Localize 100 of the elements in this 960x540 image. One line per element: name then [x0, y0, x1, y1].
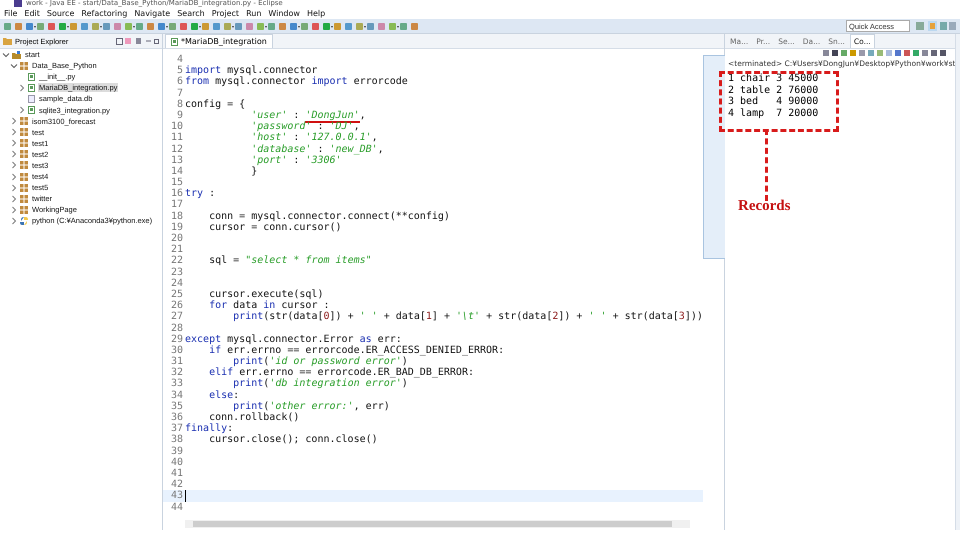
line-number: 23	[170, 266, 184, 278]
menu-item[interactable]: Source	[46, 8, 74, 18]
line-number: 34	[170, 390, 184, 401]
code-line: import mysql.connector	[185, 65, 318, 76]
code-line: if err.errno == errorcode.ER_ACCESS_DENIED_ERROR:	[209, 344, 504, 356]
package-icon	[20, 62, 28, 70]
code-line: for data in cursor :	[208, 300, 330, 312]
output-line: 1 chair 3 45000	[728, 73, 820, 84]
line-number: 17	[170, 199, 184, 211]
chevron-icon[interactable]	[10, 216, 18, 225]
code-line: cursor.execute(sql)	[208, 288, 324, 300]
line-number: 39	[170, 446, 184, 457]
code-line: print('id or password error')	[232, 356, 408, 368]
line-number: 33	[170, 378, 184, 390]
code-line: conn.rollback()	[208, 412, 300, 423]
menu-item[interactable]: Navigate	[134, 8, 170, 18]
line-number: 21	[170, 244, 184, 256]
line-number: 8	[176, 98, 184, 110]
chevron-icon[interactable]	[18, 106, 26, 114]
code-line: 'port' : '3306'	[250, 154, 342, 166]
line-number: 9	[176, 110, 184, 122]
package-icon	[20, 194, 28, 203]
chevron-icon[interactable]	[10, 161, 18, 170]
package-icon	[20, 161, 28, 170]
line-number: 44	[170, 502, 184, 513]
line-number: 35	[170, 400, 184, 412]
chevron-icon[interactable]	[18, 84, 26, 92]
chevron-icon[interactable]	[10, 172, 18, 181]
chevron-icon[interactable]	[10, 128, 18, 136]
menu-item[interactable]: Window	[268, 8, 300, 18]
line-number: 19	[170, 222, 184, 233]
code-line: conn = mysql.connector.connect(**config)	[208, 210, 450, 222]
line-number: 7	[176, 88, 184, 99]
code-line: 'host' : '127.0.0.1',	[250, 132, 378, 144]
package-icon	[20, 117, 28, 126]
menu-item[interactable]: File	[4, 8, 18, 18]
line-number: 42	[170, 479, 184, 490]
view-controls-drawing	[116, 37, 159, 45]
output-line: 4 lamp 7 20000	[728, 108, 820, 119]
code-line: 'database' : 'new_DB',	[250, 144, 384, 155]
line-number: 14	[170, 166, 184, 178]
line-number: 20	[170, 233, 184, 244]
chevron-icon[interactable]	[10, 139, 18, 148]
chevron-icon[interactable]	[10, 62, 18, 70]
code-line: print(str(data[0]) + ' ' + data[1] + '\t' + str(data[2]) + ' ' + str(data[3]))	[232, 311, 703, 323]
line-number: 15	[170, 177, 184, 188]
line-number: 5	[176, 65, 184, 76]
code-line: config = {	[185, 98, 246, 110]
code-line: try :	[185, 188, 216, 200]
python-logo-icon	[20, 216, 28, 225]
menu-item[interactable]: Edit	[24, 8, 40, 18]
code-line: except mysql.connector.Error as err:	[185, 334, 402, 345]
package-icon	[20, 128, 28, 136]
line-number: 43	[170, 490, 184, 502]
line-number: 36	[170, 412, 184, 424]
code-line: cursor.close(); conn.close()	[208, 434, 378, 446]
editor-tab[interactable]: *MariaDB_integration	[165, 34, 273, 48]
line-number: 22	[170, 255, 184, 267]
menu-item[interactable]: Project	[212, 8, 240, 18]
annotation-label: Records	[738, 198, 790, 215]
line-number: 40	[170, 456, 184, 468]
chevron-icon[interactable]	[10, 206, 18, 214]
line-number: 12	[170, 144, 184, 155]
package-icon	[20, 206, 28, 214]
code-line: 'user' : 'DongJun',	[250, 110, 366, 122]
code-line: cursor = conn.cursor()	[208, 222, 342, 234]
code-line: print('other error:', err)	[233, 400, 390, 412]
folder-icon	[3, 37, 12, 45]
menu-item[interactable]: Run	[246, 8, 262, 18]
chevron-icon[interactable]	[2, 50, 10, 59]
menu-item[interactable]: Refactoring	[81, 8, 128, 18]
menu-item[interactable]: Search	[177, 8, 205, 18]
chevron-icon[interactable]	[10, 194, 18, 203]
line-number: 38	[170, 434, 184, 446]
package-icon	[20, 139, 28, 148]
code-line: finally:	[185, 423, 234, 434]
project-icon	[12, 50, 21, 59]
chevron-icon[interactable]	[10, 184, 18, 192]
horizontal-scrollbar[interactable]	[185, 520, 690, 528]
line-number: 11	[170, 132, 184, 144]
line-number: 13	[170, 154, 184, 166]
line-number: 18	[170, 210, 184, 222]
line-number: 28	[170, 322, 184, 334]
line-number: 27	[170, 311, 184, 322]
line-number: 25	[170, 288, 184, 300]
chevron-icon[interactable]	[10, 117, 18, 126]
file-icon	[28, 94, 35, 103]
line-number: 41	[170, 468, 184, 480]
line-number: 4	[176, 54, 184, 66]
line-number: 6	[176, 76, 184, 88]
menu-item[interactable]: Help	[306, 8, 326, 18]
code-line: from mysql.connector import errorcode	[185, 76, 408, 88]
package-icon	[20, 172, 28, 181]
line-number: 37	[170, 423, 184, 434]
chevron-icon[interactable]	[10, 150, 18, 158]
line-number: 29	[170, 334, 184, 345]
package-icon	[20, 150, 28, 158]
line-number: 24	[170, 278, 184, 289]
line-number: 31	[170, 356, 184, 368]
code-line: sql = "select * from items"	[208, 255, 372, 267]
